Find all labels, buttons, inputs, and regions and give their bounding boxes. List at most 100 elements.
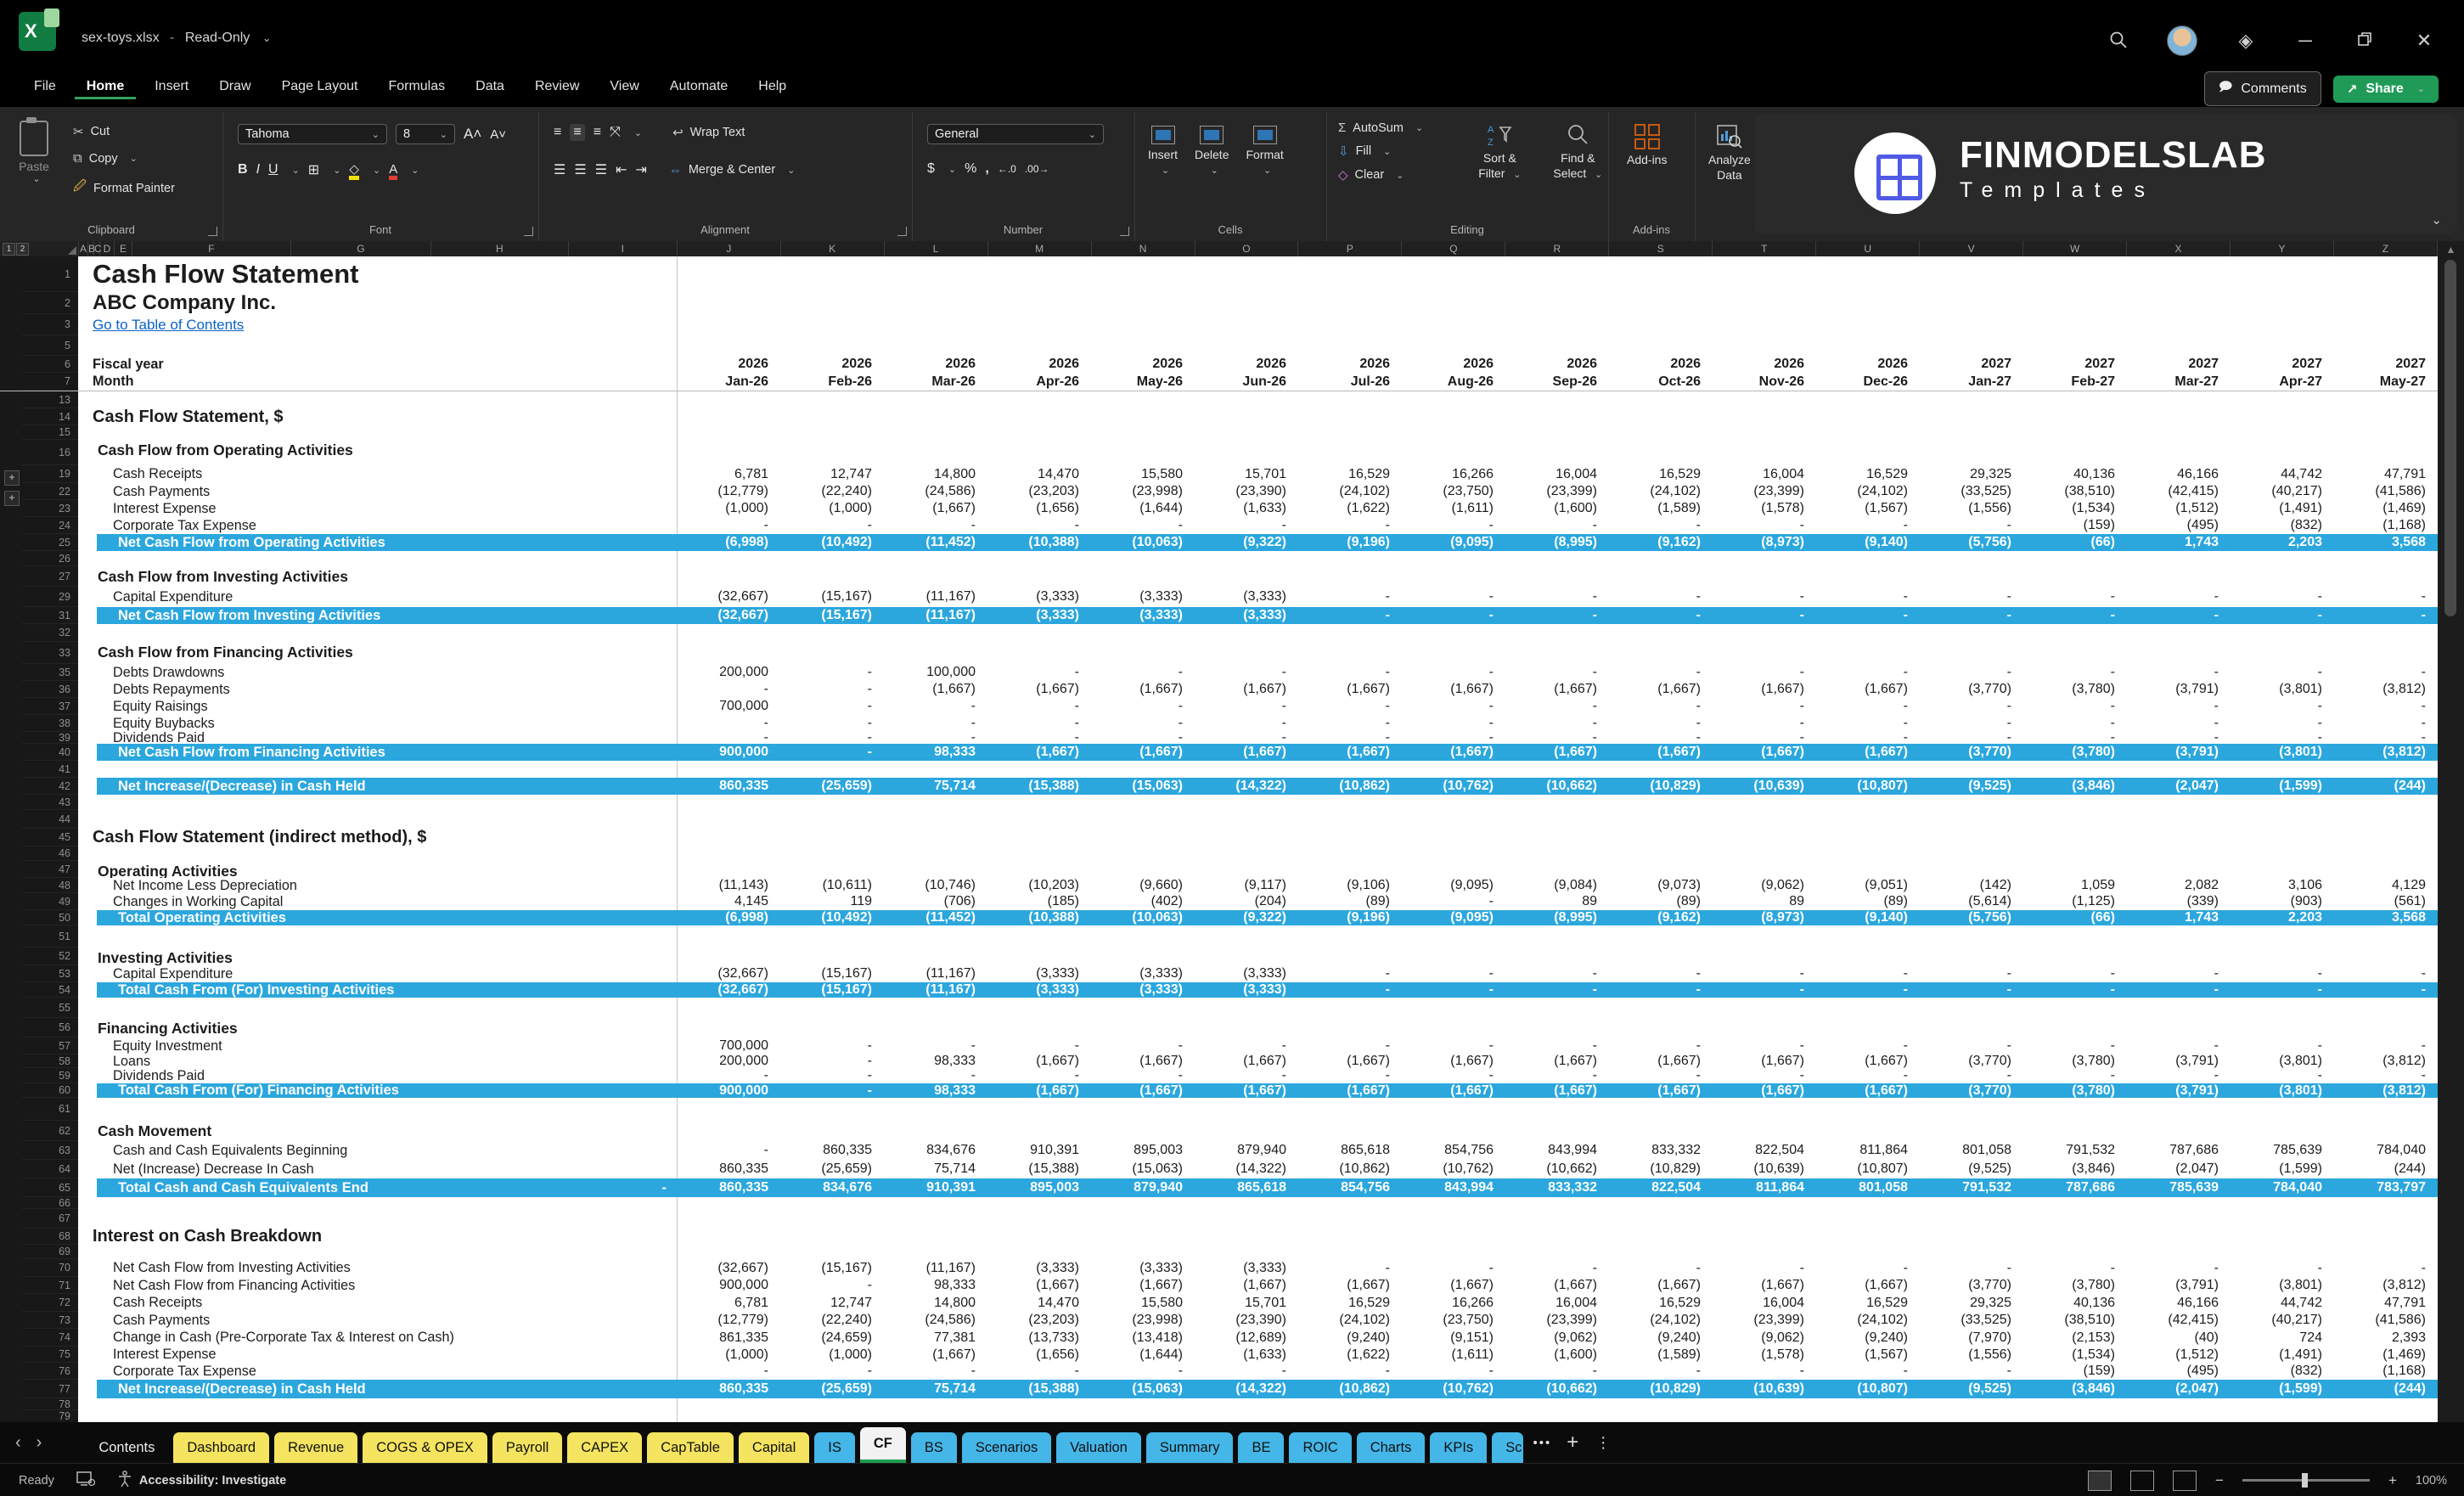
cell-r51-m15[interactable] bbox=[2127, 925, 2231, 948]
cell-r46-m16[interactable] bbox=[2231, 846, 2334, 861]
cell-r33-m3[interactable] bbox=[884, 642, 987, 664]
cell-r7-m8[interactable]: Aug-26 bbox=[1402, 373, 1505, 391]
cell-r57-m3[interactable]: - bbox=[884, 1038, 987, 1055]
sheet-tab-captable[interactable]: CapTable bbox=[647, 1432, 734, 1463]
cell-r52-m3[interactable] bbox=[884, 948, 987, 965]
row-number-73[interactable]: 73 bbox=[22, 1312, 78, 1329]
tab-nav-left-icon[interactable]: ‹ bbox=[0, 1433, 37, 1453]
cell-r14-m11[interactable] bbox=[1713, 408, 1816, 425]
cell-r74-m17[interactable]: 2,393 bbox=[2334, 1329, 2438, 1347]
cell-r26-m4[interactable] bbox=[987, 551, 1091, 566]
cell-r62-m7[interactable] bbox=[1298, 1121, 1402, 1141]
cell-r73-m3[interactable]: (24,586) bbox=[884, 1312, 987, 1329]
cell-r23-m14[interactable]: (1,534) bbox=[2023, 500, 2127, 517]
column-header-C[interactable]: C bbox=[94, 241, 102, 256]
cell-r5-m9[interactable] bbox=[1505, 335, 1609, 356]
cell-r59-m16[interactable]: - bbox=[2231, 1068, 2334, 1083]
cell-r16-m7[interactable] bbox=[1298, 440, 1402, 465]
cell-r39-m6[interactable]: - bbox=[1195, 730, 1298, 745]
cell-r46-m15[interactable] bbox=[2127, 846, 2231, 861]
cell-r25-m16[interactable]: 2,203 bbox=[2231, 534, 2334, 551]
cell-r53-m9[interactable]: - bbox=[1505, 965, 1609, 982]
row-number-7[interactable]: 7 bbox=[22, 373, 78, 391]
cell-r59-m5[interactable]: - bbox=[1091, 1068, 1195, 1083]
cell-r54-m10[interactable]: - bbox=[1609, 982, 1713, 998]
cell-r2-m13[interactable] bbox=[1920, 292, 2023, 314]
cell-r16-m15[interactable] bbox=[2127, 440, 2231, 465]
row-label-59[interactable]: Dividends Paid bbox=[78, 1068, 677, 1083]
cell-r6-m5[interactable]: 2026 bbox=[1091, 356, 1195, 373]
cell-r50-m4[interactable]: (10,388) bbox=[987, 910, 1091, 925]
cell-r73-m13[interactable]: (33,525) bbox=[1920, 1312, 2023, 1329]
cell-r64-m16[interactable]: (1,599) bbox=[2231, 1160, 2334, 1178]
cell-r24-m6[interactable]: - bbox=[1195, 517, 1298, 534]
orientation-button[interactable]: ⤧ bbox=[610, 125, 621, 140]
row-number-79[interactable]: 79 bbox=[22, 1410, 78, 1422]
cell-r58-m16[interactable]: (3,801) bbox=[2231, 1054, 2334, 1068]
cell-r58-m5[interactable]: (1,667) bbox=[1091, 1054, 1195, 1068]
cell-r36-m9[interactable]: (1,667) bbox=[1505, 681, 1609, 698]
cell-r70-m1[interactable]: (32,667) bbox=[677, 1259, 780, 1277]
cell-r32-m14[interactable] bbox=[2023, 624, 2127, 642]
cell-r49-m10[interactable]: (89) bbox=[1609, 893, 1713, 910]
cell-r3-m8[interactable] bbox=[1402, 314, 1505, 335]
menu-file[interactable]: File bbox=[22, 74, 68, 99]
cell-r25-m10[interactable]: (9,162) bbox=[1609, 534, 1713, 551]
cell-r32-m1[interactable] bbox=[677, 624, 780, 642]
cell-r50-m15[interactable]: 1,743 bbox=[2127, 910, 2231, 925]
cell-r14-m6[interactable] bbox=[1195, 408, 1298, 425]
cell-r24-m15[interactable]: (495) bbox=[2127, 517, 2231, 534]
cell-r71-m9[interactable]: (1,667) bbox=[1505, 1277, 1609, 1294]
row-number-42[interactable]: 42 bbox=[22, 778, 78, 795]
sheet-tab-capex[interactable]: CAPEX bbox=[567, 1432, 643, 1463]
cell-r76-m1[interactable]: - bbox=[677, 1363, 780, 1380]
cell-r47-m2[interactable] bbox=[780, 861, 884, 878]
cell-r65-m11[interactable]: 811,864 bbox=[1713, 1178, 1816, 1197]
cell-r26-m12[interactable] bbox=[1816, 551, 1920, 566]
cell-r45-m11[interactable] bbox=[1713, 829, 1816, 846]
cell-r70-m4[interactable]: (3,333) bbox=[987, 1259, 1091, 1277]
menu-view[interactable]: View bbox=[598, 74, 650, 99]
cell-r5-m14[interactable] bbox=[2023, 335, 2127, 356]
cell-r40-m16[interactable]: (3,801) bbox=[2231, 744, 2334, 761]
cell-r51-m4[interactable] bbox=[987, 925, 1091, 948]
cell-r45-m6[interactable] bbox=[1195, 829, 1298, 846]
cell-r74-m3[interactable]: 77,381 bbox=[884, 1329, 987, 1347]
cell-r73-m14[interactable]: (38,510) bbox=[2023, 1312, 2127, 1329]
row-label-72[interactable]: Cash Receipts bbox=[78, 1294, 677, 1312]
cell-r29-m10[interactable]: - bbox=[1609, 587, 1713, 607]
cell-r76-m2[interactable]: - bbox=[780, 1363, 884, 1380]
row-number-32[interactable]: 32 bbox=[22, 624, 78, 642]
cell-r25-m15[interactable]: 1,743 bbox=[2127, 534, 2231, 551]
cell-r23-m12[interactable]: (1,567) bbox=[1816, 500, 1920, 517]
cell-r63-m5[interactable]: 895,003 bbox=[1091, 1141, 1195, 1160]
vertical-scrollbar[interactable]: ▲ bbox=[2438, 241, 2464, 1422]
cell-r69-m6[interactable] bbox=[1195, 1245, 1298, 1259]
cell-r3-m16[interactable] bbox=[2231, 314, 2334, 335]
cell-r79-m12[interactable] bbox=[1816, 1410, 1920, 1422]
cell-r46-m12[interactable] bbox=[1816, 846, 1920, 861]
cell-r44-m8[interactable] bbox=[1402, 810, 1505, 829]
cell-r33-m14[interactable] bbox=[2023, 642, 2127, 664]
insert-cells-button[interactable]: Insert ⌄ bbox=[1148, 126, 1178, 176]
cell-r42-m17[interactable]: (244) bbox=[2334, 778, 2438, 795]
cell-r59-m15[interactable]: - bbox=[2127, 1068, 2231, 1083]
cell-r78-m11[interactable] bbox=[1713, 1398, 1816, 1410]
cell-r77-m8[interactable]: (10,762) bbox=[1402, 1380, 1505, 1398]
cell-r46-m14[interactable] bbox=[2023, 846, 2127, 861]
cell-r79-m17[interactable] bbox=[2334, 1410, 2438, 1422]
row-label-24[interactable]: Corporate Tax Expense bbox=[78, 517, 677, 534]
cell-r40-m4[interactable]: (1,667) bbox=[987, 744, 1091, 761]
cell-r45-m2[interactable] bbox=[780, 829, 884, 846]
cell-r3-m17[interactable] bbox=[2334, 314, 2438, 335]
cell-r47-m7[interactable] bbox=[1298, 861, 1402, 878]
cell-r19-m2[interactable]: 12,747 bbox=[780, 465, 884, 483]
cell-r19-m10[interactable]: 16,529 bbox=[1609, 465, 1713, 483]
cell-r32-m4[interactable] bbox=[987, 624, 1091, 642]
cell-r71-m7[interactable]: (1,667) bbox=[1298, 1277, 1402, 1294]
cell-r56-m4[interactable] bbox=[987, 1018, 1091, 1038]
cell-r56-m3[interactable] bbox=[884, 1018, 987, 1038]
row-label-29[interactable]: Capital Expenditure bbox=[78, 587, 677, 607]
cell-r35-m2[interactable]: - bbox=[780, 664, 884, 681]
row-number-71[interactable]: 71 bbox=[22, 1277, 78, 1294]
